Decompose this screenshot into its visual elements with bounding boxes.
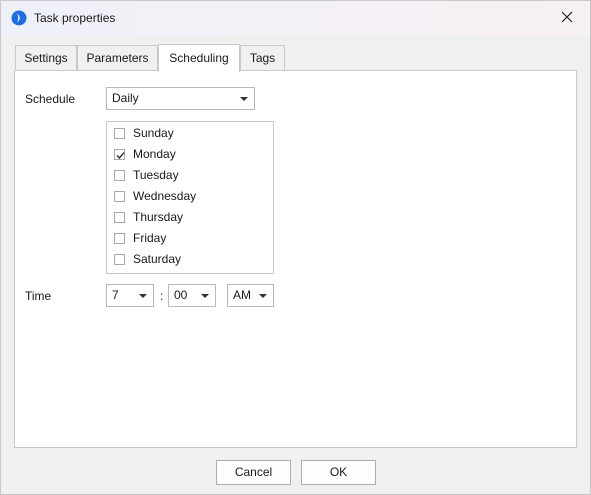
hour-value: 7 [112, 288, 119, 302]
minute-value: 00 [174, 288, 188, 302]
tab-tags[interactable]: Tags [240, 45, 285, 70]
minute-select[interactable]: 00 [168, 284, 216, 307]
saturday-checkbox[interactable] [114, 254, 125, 265]
chevron-down-icon [259, 294, 267, 298]
cancel-button[interactable]: Cancel [216, 460, 291, 485]
ampm-value: AM [233, 288, 251, 302]
days-list: Sunday Monday Tuesday Wednesday Thursday… [106, 121, 274, 274]
chevron-down-icon [139, 294, 147, 298]
day-label: Monday [133, 147, 176, 161]
task-properties-dialog: Task properties Settings Parameters Sche… [0, 0, 591, 495]
friday-checkbox[interactable] [114, 233, 125, 244]
schedule-select[interactable]: Daily [106, 87, 255, 110]
time-label: Time [25, 289, 52, 303]
app-icon [11, 10, 27, 26]
thursday-checkbox[interactable] [114, 212, 125, 223]
chevron-down-icon [201, 294, 209, 298]
hour-select[interactable]: 7 [106, 284, 154, 307]
tab-settings[interactable]: Settings [15, 45, 77, 70]
day-label: Wednesday [133, 189, 197, 203]
day-label: Saturday [133, 252, 182, 266]
chevron-down-icon [240, 97, 248, 101]
monday-checkbox[interactable] [114, 149, 125, 160]
close-icon [561, 11, 573, 26]
time-separator: : [160, 289, 164, 303]
ampm-select[interactable]: AM [227, 284, 274, 307]
tab-scheduling[interactable]: Scheduling [158, 44, 240, 72]
ok-button[interactable]: OK [301, 460, 376, 485]
sunday-checkbox[interactable] [114, 128, 125, 139]
checkmark-icon [116, 152, 125, 159]
scheduling-panel: Schedule Daily Sunday Monday Tuesday Wed… [14, 70, 577, 448]
close-button[interactable] [544, 1, 590, 35]
title-bar: Task properties [1, 1, 590, 35]
wednesday-checkbox[interactable] [114, 191, 125, 202]
day-label: Sunday [133, 126, 174, 140]
tuesday-checkbox[interactable] [114, 170, 125, 181]
day-label: Friday [133, 231, 167, 245]
day-label: Thursday [133, 210, 184, 224]
schedule-label: Schedule [25, 92, 76, 106]
day-label: Tuesday [133, 168, 179, 182]
tab-parameters[interactable]: Parameters [77, 45, 158, 70]
window-title: Task properties [34, 11, 116, 25]
schedule-value: Daily [112, 91, 139, 105]
